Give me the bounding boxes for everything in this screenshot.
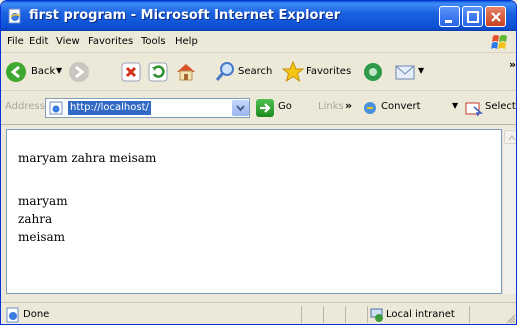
home-button[interactable] [175, 60, 199, 84]
maximize-icon [467, 11, 479, 23]
ie-page-icon [49, 101, 63, 115]
menu-favorites[interactable]: Favorites [88, 36, 133, 47]
go-label[interactable]: Go [278, 101, 292, 112]
back-arrow-icon [6, 62, 26, 82]
status-bar: Done Local intranet [1, 302, 516, 324]
close-icon [491, 12, 501, 22]
menu-file[interactable]: File [7, 36, 24, 47]
media-icon [364, 63, 382, 81]
standard-toolbar: Back ▼ Search Favorites ▼ » [1, 53, 516, 91]
status-divider [367, 306, 368, 323]
chevron-down-icon [236, 105, 245, 112]
maximize-button[interactable] [462, 6, 483, 27]
menu-tools[interactable]: Tools [141, 36, 166, 47]
go-button[interactable] [256, 99, 274, 117]
links-overflow-icon[interactable]: » [345, 99, 352, 112]
status-divider [301, 306, 302, 323]
mail-icon [395, 65, 415, 80]
status-text: Done [23, 309, 50, 320]
address-bar: Address http://localhost/ Go Links » Con… [1, 91, 516, 125]
page-line: maryam zahra meisam [18, 151, 157, 165]
go-arrow-icon [260, 103, 271, 113]
close-button[interactable] [485, 6, 506, 27]
home-icon [177, 64, 195, 81]
refresh-button[interactable] [148, 60, 170, 84]
resize-grip-icon[interactable] [504, 312, 516, 324]
media-button[interactable] [362, 60, 386, 84]
address-input[interactable]: http://localhost/ [45, 98, 250, 118]
select-button[interactable]: Select [485, 101, 516, 112]
search-button[interactable]: Search [214, 60, 278, 84]
back-button[interactable]: Back ▼ [5, 60, 63, 84]
minimize-icon [445, 20, 452, 23]
toolbar-overflow-icon[interactable]: » [509, 58, 516, 71]
back-dropdown-icon: ▼ [56, 66, 63, 75]
menu-edit[interactable]: Edit [29, 36, 48, 47]
ie-page-icon [6, 307, 19, 323]
refresh-icon [148, 62, 168, 82]
forward-button[interactable] [68, 60, 92, 84]
local-intranet-icon [370, 308, 383, 322]
status-divider [323, 306, 324, 323]
chevron-up-icon [508, 134, 516, 141]
scroll-up-button[interactable] [504, 130, 516, 144]
status-divider [469, 306, 470, 323]
convert-button[interactable]: Convert [381, 101, 421, 112]
stop-icon [121, 62, 141, 82]
address-label: Address [5, 101, 45, 112]
minimize-button[interactable] [439, 6, 460, 27]
list-item: maryam [18, 194, 68, 208]
list-item: meisam [18, 230, 66, 244]
mail-dropdown-icon: ▼ [418, 66, 425, 75]
stop-button[interactable] [121, 60, 143, 84]
address-url[interactable]: http://localhost/ [68, 101, 151, 115]
favorites-star-icon [282, 61, 304, 83]
window-title: first program - Microsoft Internet Explo… [29, 8, 341, 23]
security-zone: Local intranet [386, 309, 455, 320]
windows-logo-icon [491, 35, 507, 49]
mail-button[interactable]: ▼ [394, 60, 428, 84]
list-item: zahra [18, 212, 53, 226]
vertical-scrollbar[interactable] [502, 129, 516, 294]
browser-window: first program - Microsoft Internet Explo… [0, 0, 517, 325]
menu-bar: File Edit View Favorites Tools Help [1, 31, 516, 53]
status-divider [345, 306, 346, 323]
links-label[interactable]: Links [318, 101, 344, 112]
convert-dropdown-icon[interactable]: ▼ [452, 101, 458, 110]
favorites-button[interactable]: Favorites [282, 60, 352, 84]
address-dropdown-button[interactable] [232, 100, 249, 116]
title-bar[interactable]: first program - Microsoft Internet Explo… [1, 1, 516, 31]
menu-help[interactable]: Help [175, 36, 198, 47]
menu-view[interactable]: View [56, 36, 80, 47]
convert-icon [364, 102, 376, 114]
select-icon [465, 102, 483, 116]
search-icon [215, 62, 234, 81]
forward-arrow-icon [69, 62, 89, 82]
ie-page-icon [8, 8, 21, 24]
